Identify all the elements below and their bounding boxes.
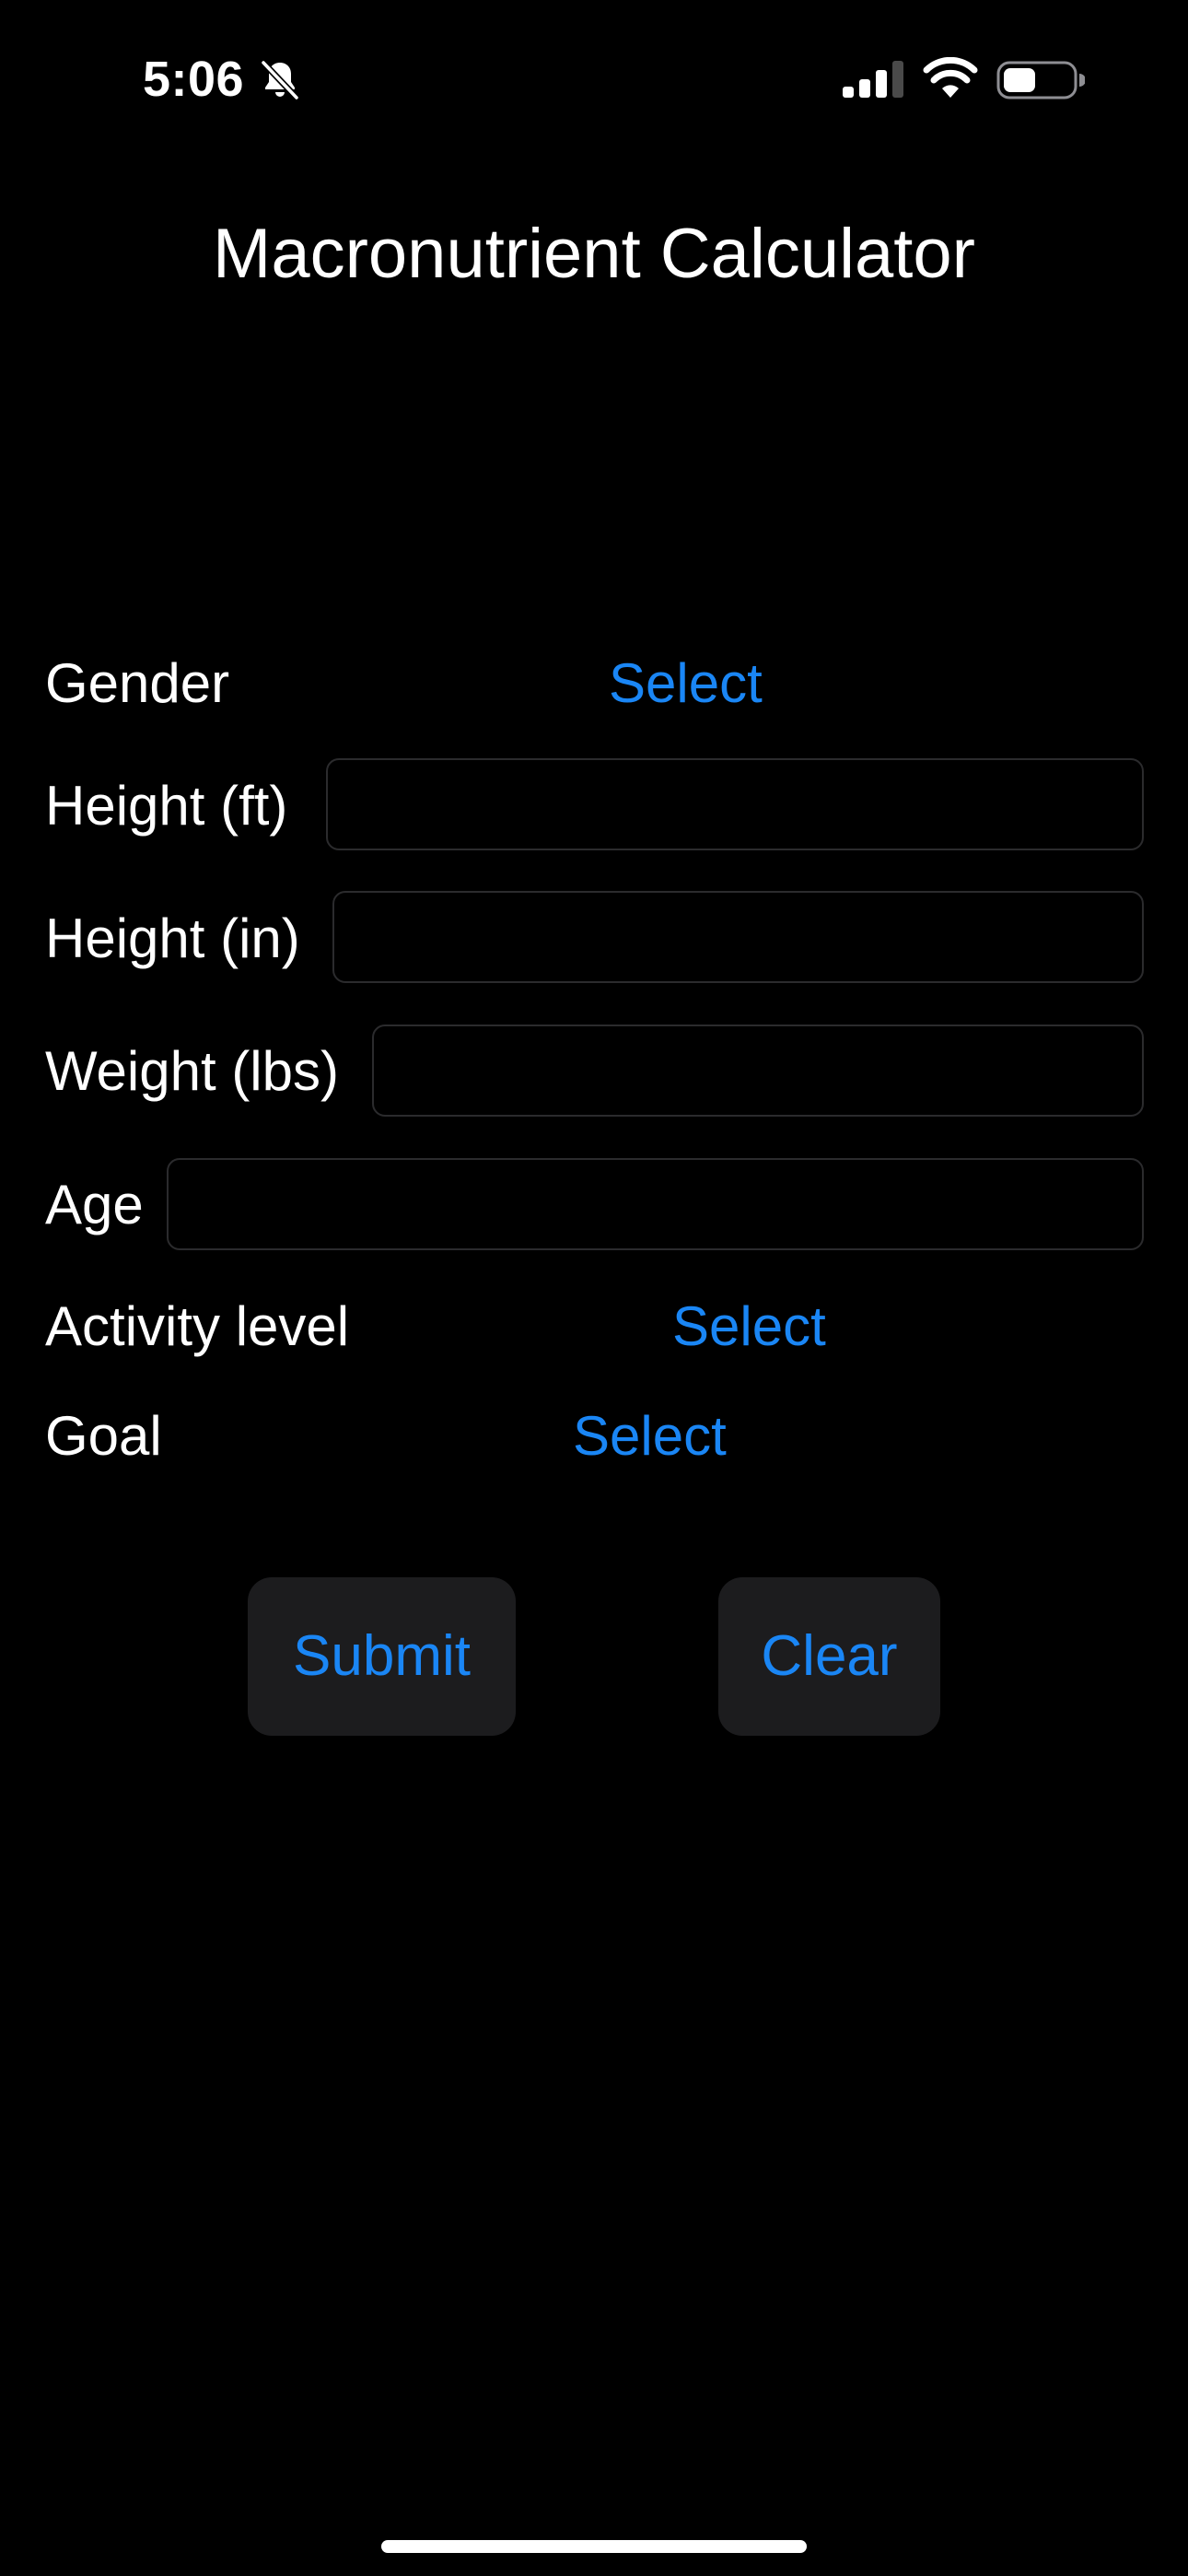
bell-slash-icon bbox=[261, 60, 299, 100]
battery-icon bbox=[996, 61, 1085, 100]
page-title: Macronutrient Calculator bbox=[213, 215, 975, 293]
height-ft-input[interactable] bbox=[326, 758, 1144, 850]
age-input[interactable] bbox=[167, 1158, 1144, 1250]
cellular-signal-icon bbox=[843, 61, 903, 98]
home-indicator[interactable] bbox=[381, 2540, 807, 2553]
status-time: 5:06 bbox=[143, 52, 245, 107]
height-ft-label: Height (ft) bbox=[45, 775, 288, 837]
age-label: Age bbox=[45, 1174, 144, 1235]
activity-level-select[interactable]: Select bbox=[672, 1294, 826, 1360]
weight-input[interactable] bbox=[372, 1025, 1144, 1117]
goal-select[interactable]: Select bbox=[573, 1403, 727, 1469]
clear-button[interactable]: Clear bbox=[718, 1577, 940, 1736]
submit-button[interactable]: Submit bbox=[248, 1577, 516, 1736]
weight-label: Weight (lbs) bbox=[45, 1040, 339, 1102]
gender-select[interactable]: Select bbox=[609, 650, 763, 717]
goal-label: Goal bbox=[45, 1405, 162, 1467]
height-in-label: Height (in) bbox=[45, 907, 300, 969]
gender-label: Gender bbox=[45, 652, 230, 714]
wifi-icon bbox=[923, 57, 978, 98]
height-in-input[interactable] bbox=[332, 891, 1144, 983]
activity-level-label: Activity level bbox=[45, 1295, 350, 1357]
